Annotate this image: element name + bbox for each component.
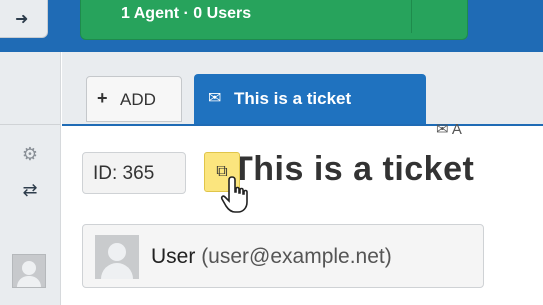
user-avatar-icon[interactable] — [12, 254, 46, 288]
ticket-id-label: ID: 365 — [93, 163, 155, 184]
arrow-icon: ➜ — [15, 11, 29, 28]
add-tab-button[interactable]: + ADD — [86, 76, 182, 122]
envelope-icon: ✉ — [208, 90, 222, 107]
ticket-title[interactable]: This is a ticket — [232, 150, 474, 189]
tab-ticket[interactable]: ✉ This is a ticket — [194, 74, 426, 124]
button-divider — [411, 0, 412, 33]
ticket-tab-label: This is a ticket — [234, 89, 352, 108]
user-card[interactable]: User (user@example.net) — [82, 224, 484, 288]
envelope-outline-icon: ✉ — [436, 121, 449, 138]
agent-users-label: 1 Agent · 0 Users — [121, 5, 252, 22]
sidebar-divider — [0, 124, 60, 125]
top-app-bar: ➜ 1 Agent · 0 Users — [0, 0, 543, 52]
hand-cursor-icon — [220, 176, 248, 213]
agent-users-button[interactable]: 1 Agent · 0 Users — [80, 0, 468, 40]
user-name: User — [151, 245, 196, 268]
add-tab-label: ADD — [120, 90, 156, 109]
gear-icon[interactable]: ⚙ — [0, 144, 60, 165]
ticket-content: ID: 365 This is a ticket ⧉ User (user@ex… — [62, 126, 543, 305]
ticket-id-badge: ID: 365 — [82, 152, 186, 194]
avatar — [95, 235, 139, 279]
plus-icon: + — [97, 88, 108, 108]
tab-strip: + ADD ✉ This is a ticket — [62, 52, 543, 126]
mail-action-label: A — [451, 121, 462, 138]
retweet-icon[interactable]: ⇄ — [0, 180, 60, 201]
menu-toggle-button[interactable]: ➜ — [0, 0, 48, 38]
left-sidebar: ⚙ ⇄ — [0, 52, 61, 305]
user-name-line: User (user@example.net) — [151, 245, 392, 269]
mail-action-link[interactable]: ✉ A — [436, 120, 462, 138]
user-email: (user@example.net) — [201, 245, 392, 268]
